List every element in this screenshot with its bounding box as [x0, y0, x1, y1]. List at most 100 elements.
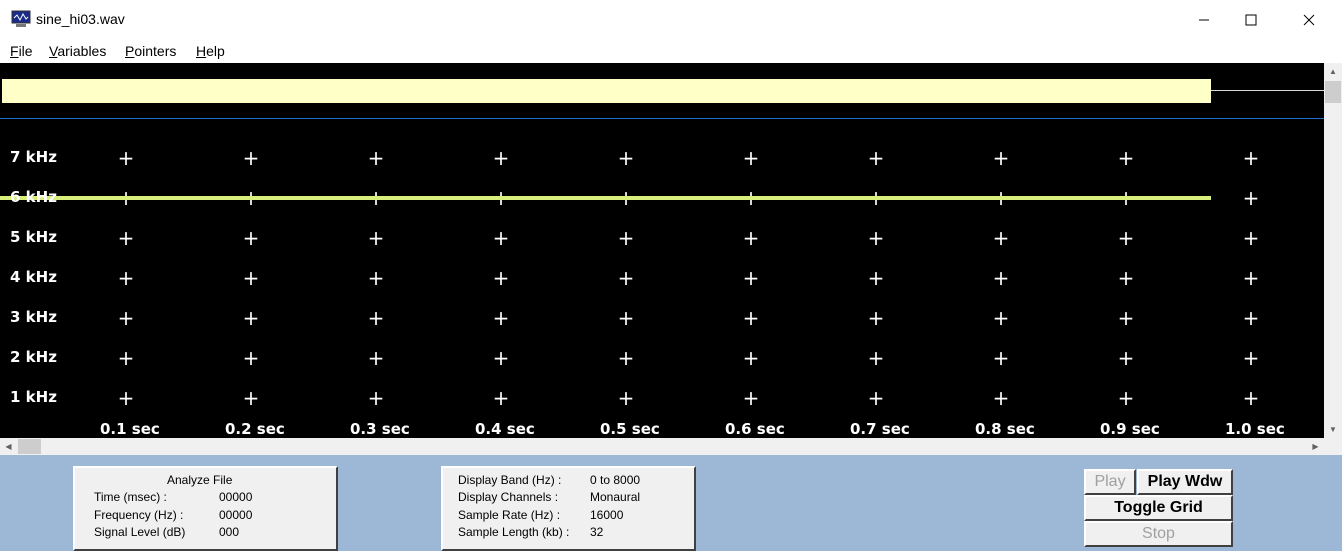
- grid-marker: +: [742, 306, 760, 330]
- grid-marker: +: [992, 146, 1010, 170]
- menu-pointers[interactable]: Pointers: [125, 43, 176, 59]
- menu-help[interactable]: Help: [196, 43, 225, 59]
- grid-marker: +: [242, 226, 260, 250]
- time-label: 0.6 sec: [725, 420, 785, 438]
- horizontal-scrollbar[interactable]: ◀ ▶: [0, 438, 1324, 455]
- app-icon: [11, 10, 31, 27]
- frequency-trace: [0, 196, 1211, 200]
- display-band-value: 0 to 8000: [590, 473, 641, 487]
- vertical-scroll-thumb[interactable]: [1325, 81, 1341, 103]
- title-bar: sine_hi03.wav: [0, 0, 1342, 39]
- grid-marker: +: [367, 146, 385, 170]
- grid-marker: +: [367, 346, 385, 370]
- menu-help-label: elp: [206, 43, 225, 59]
- grid-marker: +: [117, 386, 135, 410]
- grid-marker: +: [992, 226, 1010, 250]
- grid-marker: +: [492, 306, 510, 330]
- grid-marker: +: [742, 266, 760, 290]
- close-button[interactable]: [1286, 0, 1332, 39]
- grid-marker: +: [617, 266, 635, 290]
- display-channels-label: Display Channels :: [458, 490, 559, 504]
- frequency-label: 6 kHz: [10, 188, 57, 206]
- maximize-button[interactable]: [1228, 0, 1274, 39]
- scroll-down-arrow-icon[interactable]: ▼: [1324, 421, 1342, 438]
- grid-marker: +: [242, 346, 260, 370]
- menu-file[interactable]: File: [10, 43, 33, 59]
- sample-length-label: Sample Length (kb) :: [458, 525, 570, 539]
- time-msec-label: Time (msec) :: [94, 490, 167, 504]
- minimize-button[interactable]: [1181, 0, 1227, 39]
- time-label: 1.0 sec: [1225, 420, 1285, 438]
- time-label: 0.3 sec: [350, 420, 410, 438]
- menu-variables-label: ariables: [57, 43, 107, 59]
- grid-marker: +: [742, 346, 760, 370]
- frequency-label: 3 kHz: [10, 308, 57, 326]
- grid-marker: +: [492, 386, 510, 410]
- sample-rate-value: 16000: [590, 508, 624, 522]
- scroll-right-arrow-icon[interactable]: ▶: [1307, 438, 1324, 455]
- grid-marker: +: [1117, 226, 1135, 250]
- grid-marker: +: [1242, 386, 1260, 410]
- time-label: 0.8 sec: [975, 420, 1035, 438]
- close-icon: [1303, 14, 1315, 25]
- maximize-icon: [1245, 14, 1257, 25]
- grid-marker: +: [492, 266, 510, 290]
- grid-marker: +: [242, 146, 260, 170]
- grid-marker: +: [867, 386, 885, 410]
- frequency-hz-label: Frequency (Hz) :: [94, 508, 184, 522]
- spectrogram-display[interactable]: + + + + + + + + + + + + + + + + + + + + + + + + + + + + + + + + + + + + + + + +…: [0, 63, 1324, 438]
- grid-marker: +: [867, 266, 885, 290]
- horizontal-scroll-thumb[interactable]: [18, 439, 41, 454]
- grid-marker: +: [1242, 186, 1260, 210]
- scroll-up-arrow-icon[interactable]: ▲: [1324, 63, 1342, 80]
- grid-marker: +: [492, 146, 510, 170]
- grid-marker: +: [242, 266, 260, 290]
- sample-length-value: 32: [590, 525, 604, 539]
- grid-marker: +: [1242, 226, 1260, 250]
- time-label: 0.7 sec: [850, 420, 910, 438]
- grid-marker: +: [742, 386, 760, 410]
- grid-marker: +: [992, 386, 1010, 410]
- display-channels-value: Monaural: [590, 490, 641, 504]
- grid-marker: +: [867, 306, 885, 330]
- grid-marker: +: [492, 346, 510, 370]
- grid-marker: +: [1117, 346, 1135, 370]
- waveform-baseline: [1211, 90, 1324, 91]
- menu-bar: File Variables Pointers Help: [0, 39, 1342, 63]
- menu-file-label: ile: [18, 43, 33, 59]
- analyze-file-panel: Analyze File Time (msec) : 00000 Frequen…: [73, 466, 338, 551]
- frequency-label: 4 kHz: [10, 268, 57, 286]
- menu-pointers-label: ointers: [134, 43, 177, 59]
- frequency-label: 2 kHz: [10, 348, 57, 366]
- scroll-left-arrow-icon[interactable]: ◀: [0, 438, 17, 455]
- grid-marker: +: [617, 226, 635, 250]
- grid-marker: +: [242, 306, 260, 330]
- signal-level-value: 000: [219, 525, 240, 539]
- waveform-bar[interactable]: [2, 79, 1211, 103]
- grid-marker: +: [867, 226, 885, 250]
- play-button[interactable]: Play: [1084, 469, 1136, 495]
- menu-file-mnemonic: F: [10, 43, 19, 59]
- grid-marker: +: [617, 146, 635, 170]
- toggle-grid-button[interactable]: Toggle Grid: [1084, 495, 1233, 521]
- grid-marker: +: [617, 306, 635, 330]
- signal-level-label: Signal Level (dB): [94, 525, 186, 539]
- grid-marker: +: [1117, 146, 1135, 170]
- menu-variables[interactable]: Variables: [49, 43, 106, 59]
- window-title: sine_hi03.wav: [36, 11, 125, 27]
- grid-marker: +: [367, 266, 385, 290]
- grid-marker: +: [992, 266, 1010, 290]
- grid-marker: +: [1117, 266, 1135, 290]
- vertical-scrollbar[interactable]: ▲ ▼: [1324, 63, 1342, 438]
- play-window-button[interactable]: Play Wdw: [1137, 469, 1233, 495]
- grid-marker: +: [367, 386, 385, 410]
- menu-pointers-mnemonic: P: [125, 43, 135, 59]
- time-label: 0.4 sec: [475, 420, 535, 438]
- time-label: 0.5 sec: [600, 420, 660, 438]
- analyze-file-title: Analyze File: [167, 473, 233, 487]
- stop-button[interactable]: Stop: [1084, 521, 1233, 547]
- scrollbar-corner: [1324, 438, 1342, 455]
- time-msec-value: 00000: [219, 490, 253, 504]
- grid-marker: +: [117, 346, 135, 370]
- grid-marker: +: [1117, 306, 1135, 330]
